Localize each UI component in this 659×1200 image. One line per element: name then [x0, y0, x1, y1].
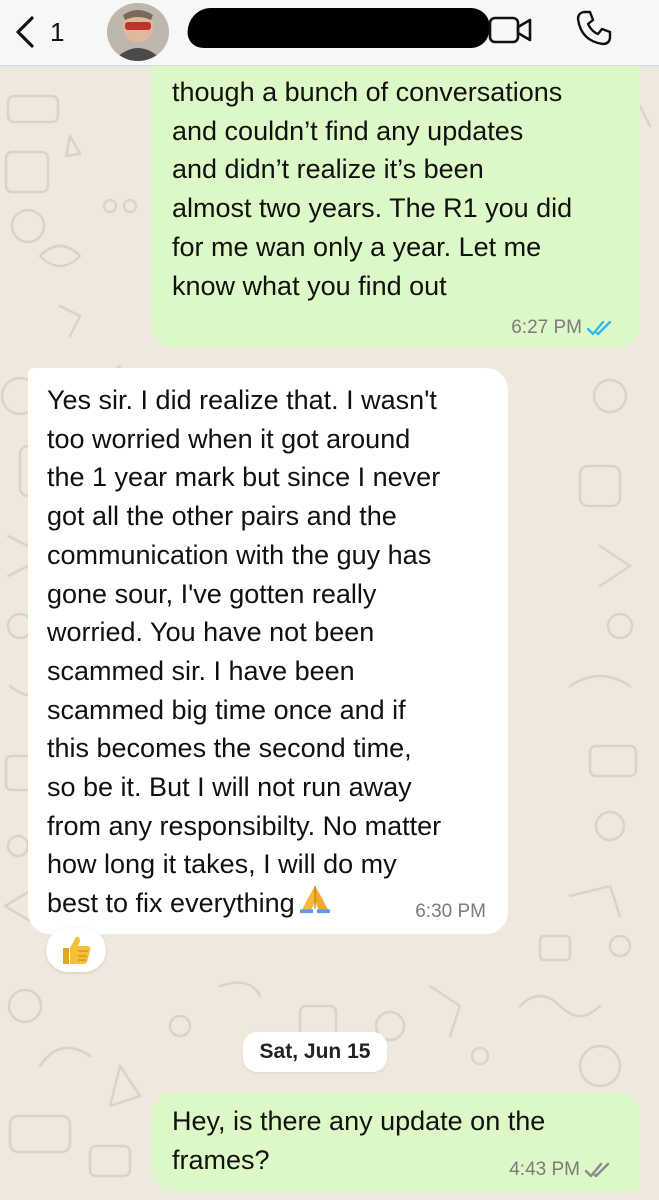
message-meta: 6:27 PM	[511, 318, 616, 338]
message-meta: 6:30 PM	[415, 902, 486, 922]
delivered-receipt-icon	[584, 1162, 610, 1178]
message-time: 4:43 PM	[509, 1159, 580, 1180]
message-bubble-outgoing[interactable]: though a bunch of conversations and coul…	[152, 60, 640, 348]
video-camera-icon[interactable]	[488, 13, 532, 47]
contact-avatar[interactable]	[107, 3, 169, 61]
thumbs-up-emoji	[63, 936, 91, 964]
message-text: Yes sir. I did realize that. I wasn't to…	[47, 381, 488, 923]
reaction-badge[interactable]	[46, 928, 106, 972]
back-button[interactable]: 1	[14, 14, 64, 50]
message-bubble-outgoing[interactable]: Hey, is there any update on the frames? …	[152, 1092, 640, 1192]
unread-count: 1	[50, 16, 65, 47]
message-text-content: Yes sir. I did realize that. I wasn't to…	[47, 385, 442, 919]
message-bubble-incoming[interactable]: Yes sir. I did realize that. I wasn't to…	[28, 368, 508, 934]
message-time: 6:30 PM	[415, 901, 486, 922]
folded-hands-emoji	[299, 886, 330, 914]
contact-name-redacted[interactable]	[183, 8, 495, 48]
message-meta: 4:43 PM	[509, 1160, 614, 1180]
chevron-left-icon	[16, 16, 34, 48]
message-text: though a bunch of conversations and coul…	[172, 77, 573, 301]
read-receipt-icon	[586, 320, 612, 336]
chat-header: 1	[0, 0, 659, 66]
message-time: 6:27 PM	[511, 317, 582, 338]
phone-icon[interactable]	[575, 9, 613, 47]
date-separator: Sat, Jun 15	[243, 1032, 387, 1072]
